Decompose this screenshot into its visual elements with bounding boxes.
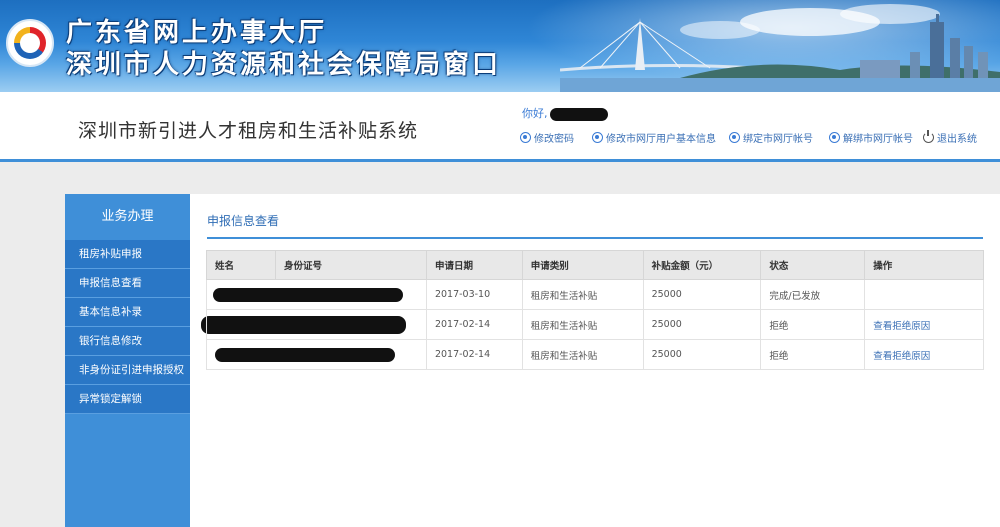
gear-icon [829, 132, 840, 143]
system-header: 深圳市新引进人才租房和生活补贴系统 你好, 修改密码 修改市网厅用户基本信息 绑… [0, 92, 1000, 162]
cell-status: 拒绝 [760, 339, 866, 370]
column-header-date: 申请日期 [425, 250, 523, 280]
logout-link[interactable]: 退出系统 [923, 130, 977, 145]
column-header-status: 状态 [760, 250, 866, 280]
table-row: 2017-02-14 租房和生活补贴 25000 拒绝 查看拒绝原因 [201, 309, 984, 340]
link-label: 绑定市网厅帐号 [743, 134, 813, 145]
government-logo [6, 19, 54, 67]
link-label: 退出系统 [937, 134, 977, 145]
cell-amount: 25000 [642, 309, 762, 340]
redaction-mark [213, 287, 403, 302]
power-icon [923, 130, 934, 143]
cell-date: 2017-02-14 [425, 339, 523, 370]
sidebar-title: 业务办理 [65, 194, 190, 240]
column-header-category: 申请类别 [521, 250, 644, 280]
unbind-account-link[interactable]: 解绑市网厅帐号 [829, 130, 913, 145]
column-header-action: 操作 [864, 250, 984, 280]
sidebar-item-non-id-authorization[interactable]: 非身份证引进申报授权 [65, 356, 190, 385]
redacted-identity-cell [201, 309, 427, 340]
top-banner: 广东省网上办事大厅 深圳市人力资源和社会保障局窗口 [0, 0, 1000, 92]
greeting-text: 你好, [522, 107, 548, 120]
cell-category: 租房和生活补贴 [521, 309, 644, 340]
redacted-identity-cell [206, 339, 427, 370]
redaction-mark [215, 347, 395, 362]
sidebar-item-rent-subsidy-apply[interactable]: 租房补贴申报 [65, 240, 190, 269]
sidebar: 业务办理 租房补贴申报 申报信息查看 基本信息补录 银行信息修改 非身份证引进申… [65, 194, 190, 527]
redacted-username [549, 107, 608, 121]
table-row: 2017-02-14 租房和生活补贴 25000 拒绝 查看拒绝原因 [206, 339, 984, 370]
user-greeting: 你好, [522, 105, 608, 121]
gear-icon [520, 132, 531, 143]
gear-icon [729, 132, 740, 143]
sidebar-item-basic-info[interactable]: 基本信息补录 [65, 298, 190, 327]
cell-action [864, 279, 984, 310]
title-divider [207, 237, 983, 239]
column-header-id-number: 身份证号 [274, 250, 427, 280]
cell-action: 查看拒绝原因 [864, 339, 984, 370]
link-label: 修改密码 [534, 134, 574, 145]
redaction-mark [201, 315, 406, 334]
cell-category: 租房和生活补贴 [521, 339, 644, 370]
cell-status: 完成/已发放 [760, 279, 866, 310]
sidebar-item-application-view[interactable]: 申报信息查看 [65, 269, 190, 298]
city-skyline-image [560, 4, 1000, 92]
change-password-link[interactable]: 修改密码 [520, 130, 574, 145]
applications-table: 姓名 身份证号 申请日期 申请类别 补贴金额（元） 状态 操作 2017-03-… [201, 250, 984, 370]
gear-icon [592, 132, 603, 143]
sidebar-item-unlock[interactable]: 异常锁定解锁 [65, 385, 190, 414]
sidebar-item-bank-info[interactable]: 银行信息修改 [65, 327, 190, 356]
system-title: 深圳市新引进人才租房和生活补贴系统 [78, 120, 419, 142]
column-header-amount: 补贴金额（元） [642, 250, 762, 280]
edit-user-info-link[interactable]: 修改市网厅用户基本信息 [592, 130, 716, 145]
cell-category: 租房和生活补贴 [521, 279, 644, 310]
cell-amount: 25000 [642, 279, 762, 310]
cell-date: 2017-02-14 [425, 309, 523, 340]
bind-account-link[interactable]: 绑定市网厅帐号 [729, 130, 813, 145]
cell-status: 拒绝 [760, 309, 866, 340]
link-label: 修改市网厅用户基本信息 [606, 134, 716, 145]
view-rejection-reason-link[interactable]: 查看拒绝原因 [873, 321, 930, 332]
table-header-row: 姓名 身份证号 申请日期 申请类别 补贴金额（元） 状态 操作 [206, 250, 984, 280]
cell-amount: 25000 [642, 339, 762, 370]
panel-title: 申报信息查看 [207, 214, 280, 228]
view-rejection-reason-link[interactable]: 查看拒绝原因 [873, 351, 930, 362]
main-panel: 申报信息查看 姓名 身份证号 申请日期 申请类别 补贴金额（元） 状态 操作 2 [190, 194, 1000, 527]
cell-action: 查看拒绝原因 [864, 309, 984, 340]
banner-title-line2: 深圳市人力资源和社会保障局窗口 [66, 50, 502, 80]
table-row: 2017-03-10 租房和生活补贴 25000 完成/已发放 [206, 279, 984, 310]
cell-date: 2017-03-10 [425, 279, 523, 310]
link-label: 解绑市网厅帐号 [843, 134, 913, 145]
redacted-identity-cell [206, 279, 427, 310]
column-header-name: 姓名 [206, 250, 276, 280]
